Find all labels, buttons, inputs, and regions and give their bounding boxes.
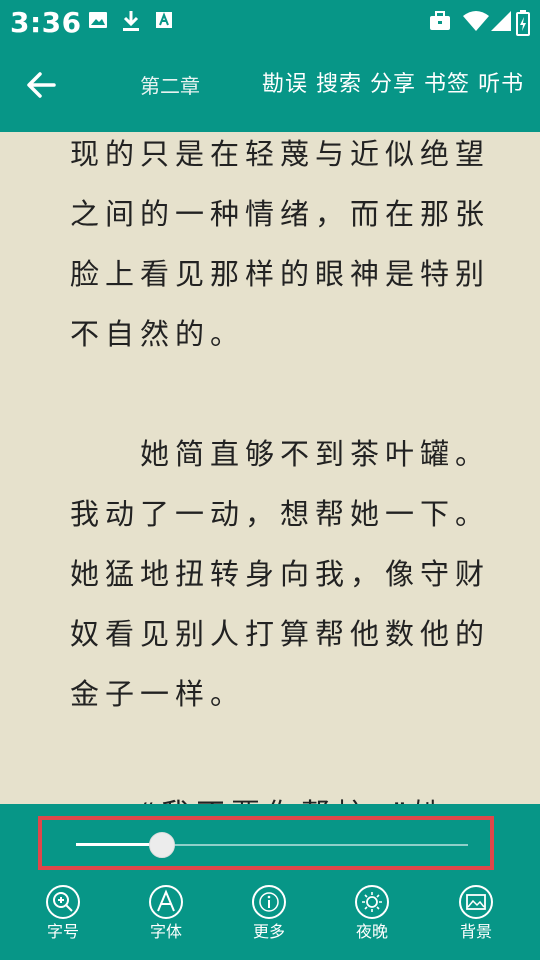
slider-thumb[interactable] [149,832,176,858]
download-icon [123,11,139,31]
paragraph: 她简直够不到茶叶罐。我动了一动，想帮她一下。她猛地扭转身向我，像守财奴看见别人打… [70,437,491,711]
toolbar-label: 夜晚 [355,922,388,941]
action-bookmark[interactable]: 书签 [424,66,470,98]
status-bar: 3:36 [0,0,540,48]
signal-icon [491,11,511,31]
image-icon [459,885,493,919]
font-button[interactable]: 字体 [131,884,201,954]
more-button[interactable]: 更多 [234,884,304,954]
brightness-slider-highlight [38,816,494,870]
zoom-in-icon [46,885,80,919]
a-box-icon [156,12,172,28]
night-mode-button[interactable]: 夜晚 [337,884,407,954]
chapter-title[interactable]: 第二章 [140,70,200,99]
background-button[interactable]: 背景 [441,884,511,954]
paragraph: “我不要你帮忙，”她 [70,784,490,804]
back-arrow-icon[interactable] [24,68,58,102]
toolbar-label: 字号 [46,922,79,941]
briefcase-icon [430,11,450,30]
action-listen[interactable]: 听书 [478,66,524,98]
action-share[interactable]: 分享 [370,66,416,98]
reader-app-bar: 第二章 勘误 搜索 分享 书签 听书 [0,48,540,132]
image-icon [89,12,107,28]
status-time: 3:36 [10,6,82,39]
reader-bottom-panel: 字号 字体 更多 夜晚 背景 [0,804,540,960]
toolbar-label: 更多 [252,922,285,941]
font-a-icon [149,885,183,919]
sun-icon [355,885,389,919]
wifi-icon [463,11,489,31]
paragraph: 现的只是在轻蔑与近似绝望之间的一种情绪，而在那张脸上看见那样的眼神是特别不自然的… [70,137,491,351]
reader-content[interactable]: 现的只是在轻蔑与近似绝望之间的一种情绪，而在那张脸上看见那样的眼神是特别不自然的… [0,132,540,804]
info-icon [252,885,286,919]
toolbar-label: 背景 [459,922,492,941]
action-search[interactable]: 搜索 [316,66,362,98]
font-size-button[interactable]: 字号 [28,884,98,954]
battery-icon [516,10,530,36]
toolbar-label: 字体 [149,922,182,941]
reader-toolbar: 字号 字体 更多 夜晚 背景 [0,884,540,954]
action-errata[interactable]: 勘误 [262,66,308,98]
app-bar-actions: 勘误 搜索 分享 书签 听书 [262,66,524,98]
